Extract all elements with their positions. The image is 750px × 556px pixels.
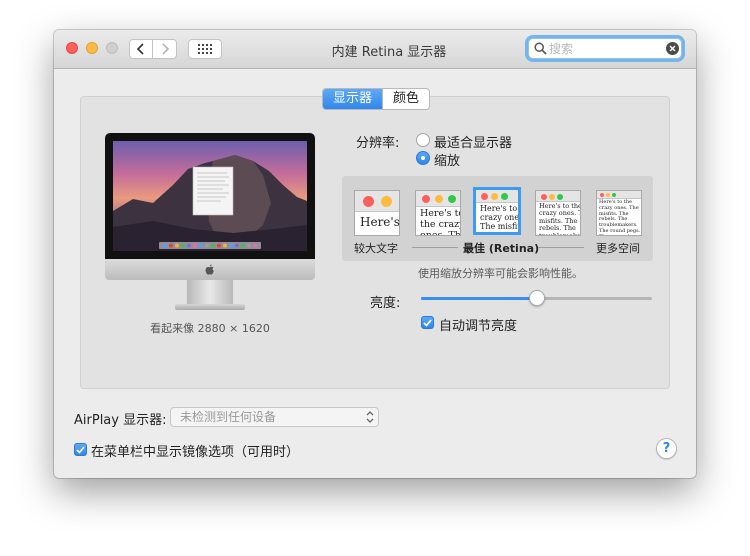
updown-arrows-icon [366,411,374,423]
radio-default-for-display[interactable] [416,133,430,147]
scale-label-larger-text: 较大文字 [354,242,398,255]
monitor-stand [187,280,233,304]
help-button[interactable]: ? [656,438,677,459]
help-icon: ? [662,441,671,456]
search-icon [534,42,547,55]
brightness-slider-fill [421,297,537,300]
minimize-button[interactable] [86,42,98,54]
show-all-button[interactable] [188,39,222,59]
search-input[interactable] [549,40,661,57]
airplay-display-select[interactable]: 未检测到任何设备 [170,407,379,427]
auto-brightness-label[interactable]: 自动调节亮度 [439,315,517,334]
scale-option-larger-text[interactable]: Here's to the crazy ones. The misfits. T… [354,190,400,236]
scale-label-more-space: 更多空间 [596,242,640,255]
radio-scaled[interactable] [416,151,430,165]
monitor-bezel [105,133,315,259]
tab-color[interactable]: 颜色 [382,89,429,109]
clear-search-icon[interactable] [666,42,679,55]
tab-bar: 显示器 颜色 [322,88,431,110]
mirroring-checkbox[interactable] [74,443,87,456]
mountain-image [113,155,307,251]
window-title: 内建 Retina 显示器 [331,45,447,60]
back-button[interactable] [129,39,153,59]
scaling-performance-note: 使用缩放分辨率可能会影响性能。 [418,267,583,280]
auto-brightness-checkbox[interactable] [421,316,434,329]
scale-option-2[interactable]: Here's to the crazy ones. The misfits. T… [415,190,461,236]
scale-option-best-retina[interactable]: Here's to the crazy ones. The misfits. T… [473,187,521,235]
mirroring-label[interactable]: 在菜单栏中显示镜像选项（可用时） [91,441,299,460]
option-scaled[interactable]: 缩放 [434,150,460,169]
brightness-label: 亮度: [370,296,401,311]
monitor-chin [105,259,315,280]
search-field[interactable] [528,38,682,59]
resolution-label: 分辨率: [356,136,400,151]
zoom-button [106,42,118,54]
title-bar: 内建 Retina 显示器 [54,30,696,69]
grid-icon [198,44,212,54]
system-preferences-window: 内建 Retina 显示器 显示器 颜色 [54,30,696,478]
looks-like-resolution: 看起来像 2880 × 1620 [150,322,270,335]
airplay-select-value: 未检测到任何设备 [180,410,277,424]
close-button[interactable] [66,42,78,54]
option-default-for-display[interactable]: 最适合显示器 [434,132,512,151]
tab-display[interactable]: 显示器 [323,89,383,109]
chevron-left-icon [136,43,144,55]
scale-divider-left [412,247,458,248]
scale-option-more-space[interactable]: Here's to the crazy ones. The misfits. T… [596,190,642,236]
scale-label-best-retina: 最佳 (Retina) [463,242,540,255]
checkmark-icon [76,445,85,454]
apple-logo-icon [205,263,214,275]
checkmark-icon [423,318,432,327]
brightness-slider-knob[interactable] [528,290,545,306]
scale-options: Here's to the crazy ones. The misfits. T… [342,176,653,261]
scale-option-4[interactable]: Here's to the crazy ones. The misfits. T… [535,190,581,236]
display-preview [105,133,315,315]
forward-button[interactable] [153,39,177,59]
airplay-display-label: AirPlay 显示器: [74,413,167,428]
scale-divider-right [538,247,584,248]
chevron-right-icon [161,43,169,55]
monitor-foot [175,304,245,310]
desktop-wallpaper [113,141,307,251]
